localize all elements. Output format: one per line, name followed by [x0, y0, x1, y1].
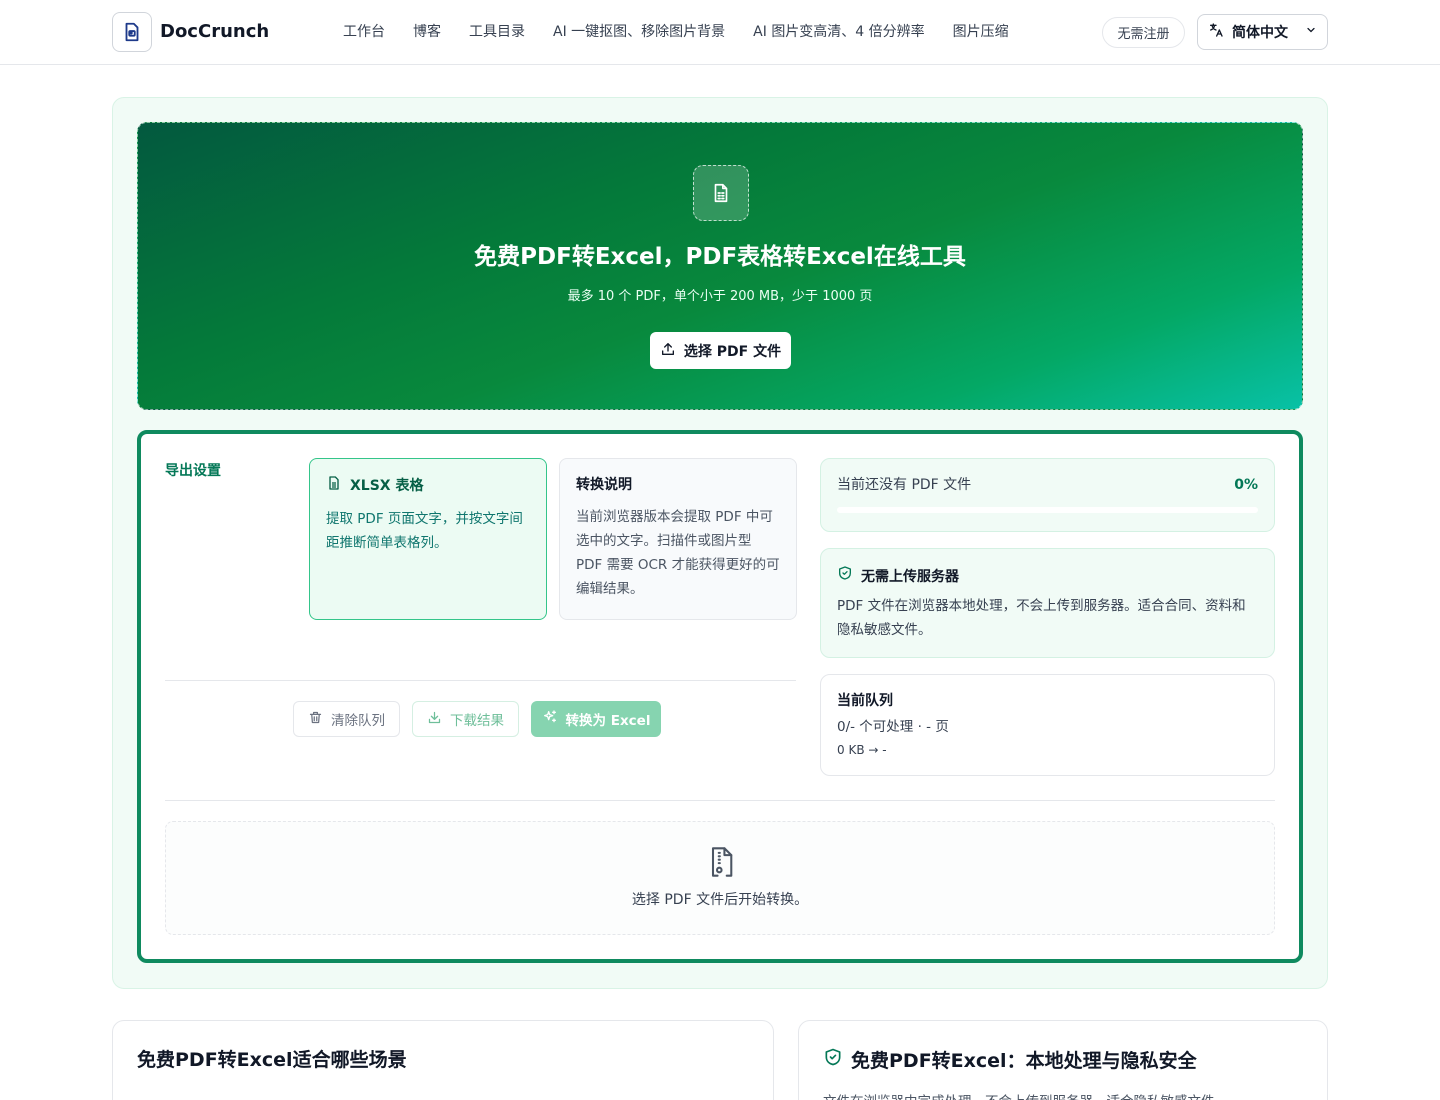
hero-title: 免费PDF转Excel，PDF表格转Excel在线工具 — [474, 244, 966, 270]
download-results-button[interactable]: 下载结果 — [412, 701, 519, 737]
clear-queue-button[interactable]: 清除队列 — [293, 701, 400, 737]
privacy-card: 无需上传服务器 PDF 文件在浏览器本地处理，不会上传到服务器。适合合同、资料和… — [820, 548, 1275, 658]
brand-name[interactable]: DocCrunch — [160, 20, 269, 44]
shield-check-icon — [823, 1047, 843, 1074]
nav-item-upscale[interactable]: AI 图片变高清、4 倍分辨率 — [739, 21, 939, 43]
shield-check-icon — [837, 565, 853, 588]
nav-item-workspace[interactable]: 工作台 — [329, 21, 399, 43]
privacy-desc: PDF 文件在浏览器本地处理，不会上传到服务器。适合合同、资料和隐私敏感文件。 — [837, 598, 1246, 638]
divider — [165, 680, 796, 681]
no-signup-button[interactable]: 无需注册 — [1102, 17, 1185, 48]
clear-queue-label: 清除队列 — [331, 713, 385, 729]
main-nav: 工作台 博客 工具目录 AI 一键抠图、移除图片背景 AI 图片变高清、4 倍分… — [329, 21, 1023, 43]
scenarios-title: 免费PDF转Excel适合哪些场景 — [137, 1049, 407, 1071]
conversion-notes-title: 转换说明 — [576, 477, 632, 493]
empty-state-text: 选择 PDF 文件后开始转换。 — [631, 892, 809, 908]
progress-card: 当前还没有 PDF 文件 0% — [820, 458, 1275, 532]
download-results-label: 下载结果 — [450, 713, 504, 729]
privacy-info-text: 文件在浏览器中完成处理，不会上传到服务器，适合隐私敏感文件。 — [823, 1091, 1228, 1100]
xlsx-option-desc: 提取 PDF 页面文字，并按文字间距推断简单表格列。 — [326, 511, 523, 551]
progress-bar — [837, 507, 1258, 513]
convert-label: 转换为 Excel — [565, 713, 651, 729]
file-archive-icon — [711, 847, 733, 877]
privacy-info-card: 免费PDF转Excel：本地处理与隐私安全 文件在浏览器中完成处理，不会上传到服… — [798, 1020, 1328, 1100]
upload-icon — [660, 341, 676, 361]
queue-size: 0 KB → - — [837, 743, 887, 757]
nav-item-blog[interactable]: 博客 — [399, 21, 455, 43]
translate-icon — [1208, 22, 1224, 42]
language-label: 简体中文 — [1232, 25, 1288, 41]
trash-icon — [308, 710, 323, 729]
xlsx-option-title: XLSX 表格 — [350, 478, 424, 494]
convert-to-excel-button[interactable]: 转换为 Excel — [531, 701, 661, 737]
select-pdf-label: 选择 PDF 文件 — [683, 343, 782, 360]
top-header: DocCrunch 工作台 博客 工具目录 AI 一键抠图、移除图片背景 AI … — [0, 0, 1440, 65]
progress-status: 当前还没有 PDF 文件 — [837, 477, 972, 493]
empty-state: 选择 PDF 文件后开始转换。 — [165, 821, 1275, 935]
settings-panel: 导出设置 XLSX 表格 提取 PDF 页面文字，并按文字间距推断简单表格列。 … — [137, 430, 1303, 963]
queue-count: 0/- 个可处理 · - 页 — [837, 719, 949, 735]
progress-percent: 0% — [1234, 477, 1258, 493]
spreadsheet-icon — [326, 475, 342, 497]
export-settings-label: 导出设置 — [165, 463, 221, 479]
queue-title: 当前队列 — [837, 693, 893, 709]
xlsx-format-option[interactable]: XLSX 表格 提取 PDF 页面文字，并按文字间距推断简单表格列。 — [309, 458, 547, 620]
scenarios-card: 免费PDF转Excel适合哪些场景 — [112, 1020, 774, 1100]
privacy-info-title: 免费PDF转Excel：本地处理与隐私安全 — [851, 1049, 1197, 1072]
conversion-notes: 转换说明 当前浏览器版本会提取 PDF 中可选中的文字。扫描件或图片型 PDF … — [559, 458, 797, 620]
hero-subtitle: 最多 10 个 PDF，单个小于 200 MB，少于 1000 页 — [567, 289, 873, 304]
nav-item-compress[interactable]: 图片压缩 — [939, 21, 1023, 43]
language-selector[interactable]: 简体中文 — [1197, 14, 1328, 50]
divider — [165, 800, 1275, 801]
conversion-notes-desc: 当前浏览器版本会提取 PDF 中可选中的文字。扫描件或图片型 PDF 需要 OC… — [576, 509, 780, 597]
logo-icon[interactable] — [112, 12, 152, 52]
download-icon — [427, 710, 442, 729]
upload-dropzone[interactable]: 免费PDF转Excel，PDF表格转Excel在线工具 最多 10 个 PDF，… — [137, 122, 1303, 410]
chevron-down-icon — [1305, 24, 1317, 40]
nav-item-remove-background[interactable]: AI 一键抠图、移除图片背景 — [539, 21, 739, 43]
nav-item-tool-directory[interactable]: 工具目录 — [455, 21, 539, 43]
spreadsheet-file-icon — [693, 165, 749, 221]
select-pdf-button[interactable]: 选择 PDF 文件 — [650, 332, 791, 369]
queue-card: 当前队列 0/- 个可处理 · - 页 0 KB → - — [820, 674, 1275, 776]
privacy-title: 无需上传服务器 — [861, 568, 959, 585]
sparkles-icon — [542, 709, 558, 729]
